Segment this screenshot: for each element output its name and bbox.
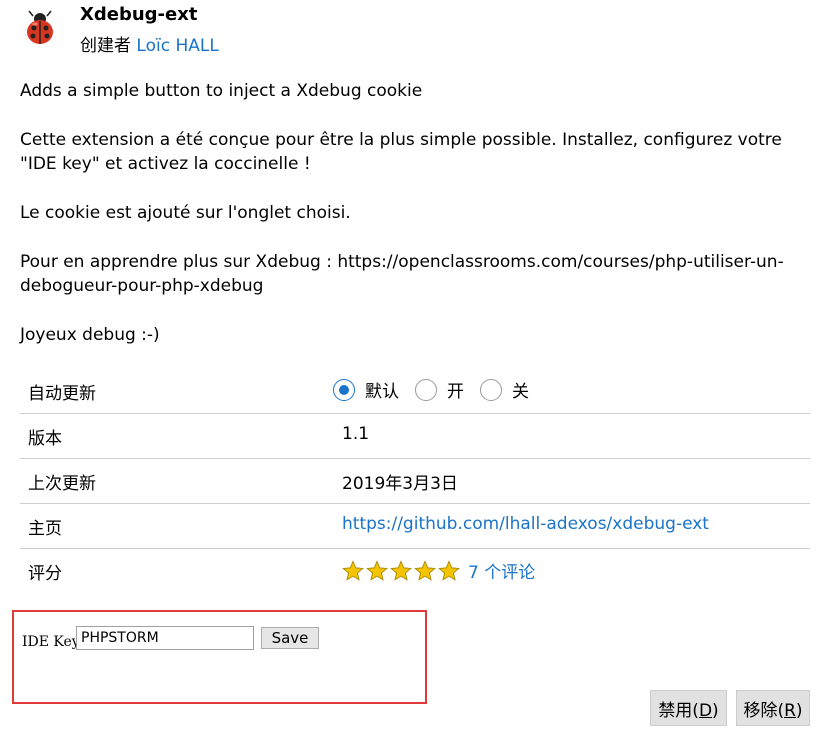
auto-update-radio-group: 默认 开 关 xyxy=(333,377,545,402)
detail-row-version: 版本 1.1 xyxy=(20,414,810,459)
description-paragraph: Pour en apprendre plus sur Xdebug : http… xyxy=(20,252,784,296)
details-table: 自动更新 默认 开 关 版本 1.1 上次更新 2019年3月3日 主页 htt… xyxy=(20,369,810,593)
version-value: 1.1 xyxy=(342,424,370,444)
remove-button[interactable]: 移除(R) xyxy=(736,690,810,726)
radio-on-circle[interactable] xyxy=(415,378,437,401)
author-link[interactable]: Loïc HALL xyxy=(136,36,218,56)
detail-row-last-updated: 上次更新 2019年3月3日 xyxy=(20,459,810,504)
extension-options-panel: IDE Key Save xyxy=(12,610,427,704)
reviews-link[interactable]: 7 个评论 xyxy=(468,558,535,583)
rating-stars: 7 个评论 xyxy=(342,558,535,583)
radio-on[interactable]: 开 xyxy=(415,377,464,402)
radio-on-label: 开 xyxy=(447,382,464,402)
detail-row-homepage: 主页 https://github.com/lhall-adexos/xdebu… xyxy=(20,504,810,549)
star-icon xyxy=(390,559,412,581)
last-updated-label: 上次更新 xyxy=(28,474,96,494)
auto-update-label: 自动更新 xyxy=(28,384,96,404)
radio-off-label: 关 xyxy=(512,382,529,402)
homepage-link[interactable]: https://github.com/lhall-adexos/xdebug-e… xyxy=(342,514,709,534)
description: Adds a simple button to inject a Xdebug … xyxy=(20,79,800,347)
radio-default-label: 默认 xyxy=(365,382,399,402)
description-paragraph: Joyeux debug :-) xyxy=(20,325,160,345)
description-paragraph: Le cookie est ajouté sur l'onglet choisi… xyxy=(20,203,351,223)
radio-default[interactable]: 默认 xyxy=(333,377,399,402)
remove-accel-key: R xyxy=(784,700,796,721)
disable-button[interactable]: 禁用(D) xyxy=(650,690,727,726)
star-icon xyxy=(366,559,388,581)
rating-label: 评分 xyxy=(28,564,62,584)
save-button[interactable]: Save xyxy=(261,627,319,649)
radio-off[interactable]: 关 xyxy=(480,377,529,402)
homepage-label: 主页 xyxy=(28,519,62,539)
ladybug-icon xyxy=(22,10,58,46)
extension-title: Xdebug-ext xyxy=(80,4,198,25)
radio-default-circle[interactable] xyxy=(333,378,355,401)
star-icon xyxy=(342,559,364,581)
remove-button-close: ) xyxy=(795,700,803,721)
disable-button-close: ) xyxy=(712,700,719,721)
detail-row-rating: 评分 7 个评论 xyxy=(20,549,810,593)
detail-row-auto-update: 自动更新 默认 开 关 xyxy=(20,369,810,414)
ide-key-input[interactable] xyxy=(76,626,254,650)
version-label: 版本 xyxy=(28,429,62,449)
star-icon xyxy=(438,559,460,581)
last-updated-value: 2019年3月3日 xyxy=(342,474,458,494)
radio-off-circle[interactable] xyxy=(480,378,502,401)
description-paragraph: Adds a simple button to inject a Xdebug … xyxy=(20,81,423,101)
author-label: 创建者 xyxy=(80,36,131,56)
star-icon xyxy=(414,559,436,581)
description-paragraph: Cette extension a été conçue pour être l… xyxy=(20,130,782,174)
author-line: 创建者 Loïc HALL xyxy=(80,31,219,56)
disable-button-label: 禁用( xyxy=(658,700,699,721)
disable-accel-key: D xyxy=(698,700,713,721)
remove-button-label: 移除( xyxy=(743,700,785,721)
ide-key-label: IDE Key xyxy=(22,634,80,650)
